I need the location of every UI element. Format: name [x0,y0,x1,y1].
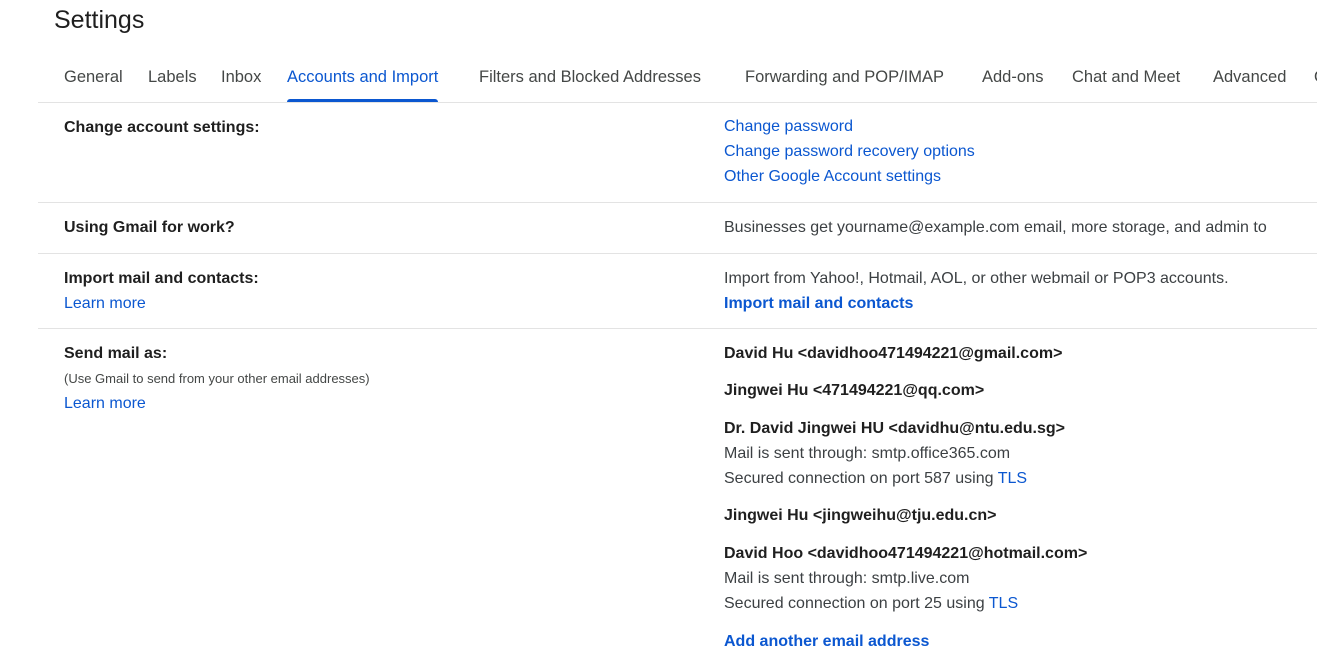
section-change-account: Change account settings: Change password… [38,103,1317,203]
send-as-account: Jingwei Hu <jingweihu@tju.edu.cn> [724,507,997,524]
settings-tabs: General Labels Inbox Accounts and Import… [38,58,1317,103]
add-email-address-link[interactable]: Add another email address [724,633,929,651]
secured-connection-text: Secured connection on port 25 using TLS [724,595,1018,613]
send-as-account: Jingwei Hu <471494221@qq.com> [724,382,985,399]
import-learn-more-link[interactable]: Learn more [64,295,146,313]
change-recovery-link[interactable]: Change password recovery options [724,143,975,161]
google-account-settings-link[interactable]: Other Google Account settings [724,168,941,186]
change-password-link[interactable]: Change password [724,118,853,136]
page-title: Settings [54,6,145,34]
secured-connection-label: Secured connection on port 587 using [724,470,998,487]
tab-inbox[interactable]: Inbox [221,58,261,102]
send-as-learn-more-link[interactable]: Learn more [64,395,146,413]
section-import: Import mail and contacts: Learn more Imp… [38,254,1317,329]
tab-forwarding-and-pop-imap[interactable]: Forwarding and POP/IMAP [745,58,944,102]
work-label: Using Gmail for work? [64,219,235,236]
import-label: Import mail and contacts: [64,270,259,287]
send-as-account: Dr. David Jingwei HU <davidhu@ntu.edu.sg… [724,420,1065,437]
smtp-server-text: Mail is sent through: smtp.live.com [724,570,970,587]
send-as-label: Send mail as: [64,345,168,362]
secured-connection-label: Secured connection on port 25 using [724,595,989,612]
tab-chat-and-meet[interactable]: Chat and Meet [1072,58,1180,102]
send-as-account: David Hoo <davidhoo471494221@hotmail.com… [724,545,1088,562]
section-send-mail-as: Send mail as: (Use Gmail to send from yo… [38,329,1317,658]
tab-accounts-and-import[interactable]: Accounts and Import [287,58,439,102]
tab-filters-and-blocked-addresses[interactable]: Filters and Blocked Addresses [479,58,701,102]
tls-link[interactable]: TLS [989,595,1018,612]
tls-link[interactable]: TLS [998,470,1027,487]
send-as-note: (Use Gmail to send from your other email… [64,371,370,386]
import-mail-contacts-link[interactable]: Import mail and contacts [724,295,913,313]
tab-general[interactable]: General [64,58,123,102]
smtp-server-text: Mail is sent through: smtp.office365.com [724,445,1011,462]
import-text: Import from Yahoo!, Hotmail, AOL, or oth… [724,270,1229,287]
secured-connection-text: Secured connection on port 587 using TLS [724,470,1027,488]
tab-labels[interactable]: Labels [148,58,197,102]
work-text: Businesses get yourname@example.com emai… [724,219,1267,236]
change-account-label: Change account settings: [64,119,260,136]
send-as-account: David Hu <davidhoo471494221@gmail.com> [724,345,1063,362]
tab-add-ons[interactable]: Add-ons [982,58,1043,102]
tab-advanced[interactable]: Advanced [1213,58,1286,102]
section-gmail-for-work: Using Gmail for work? Businesses get you… [38,203,1317,254]
